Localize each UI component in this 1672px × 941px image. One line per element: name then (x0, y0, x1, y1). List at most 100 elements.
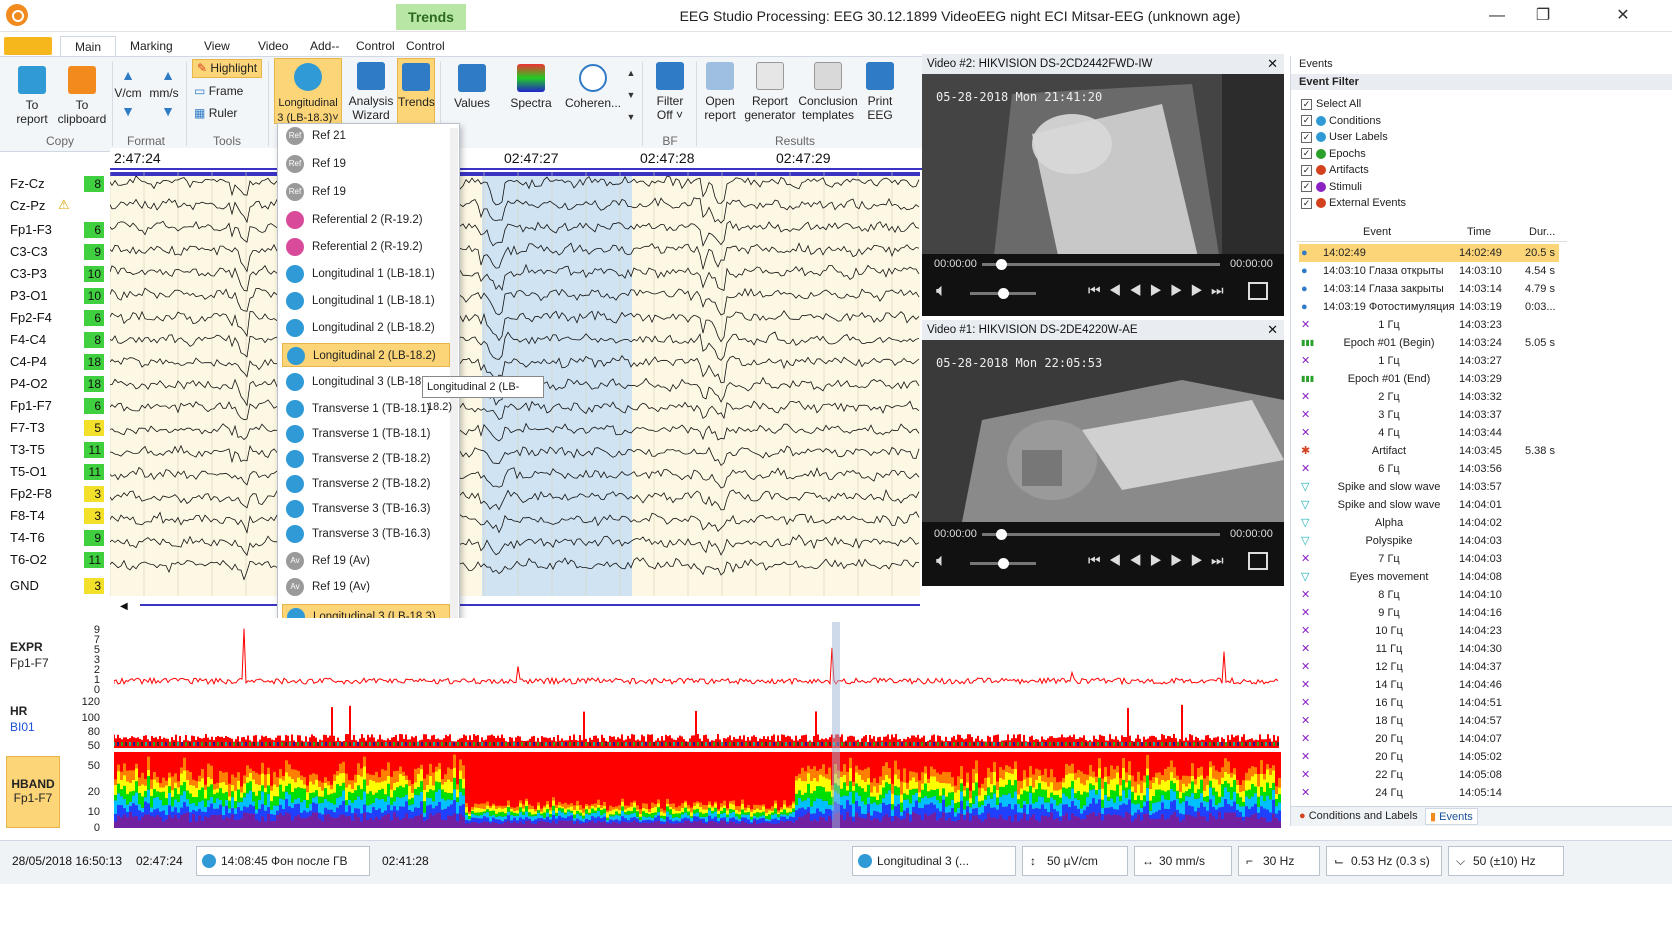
checkbox-checked-icon[interactable]: ✓ (1301, 197, 1312, 209)
vcm-up-arrow-icon[interactable]: ▲ (118, 68, 138, 82)
channel-name[interactable]: T4-T6 (10, 528, 45, 548)
montage-option[interactable]: Longitudinal 1 (LB-18.1) (282, 289, 450, 313)
mms-down-arrow-icon[interactable]: ▼ (158, 104, 178, 118)
col-duration[interactable]: Dur... (1529, 226, 1555, 238)
video-1-close-icon[interactable]: ✕ (1267, 322, 1278, 338)
to-report-button[interactable]: To report (12, 66, 52, 126)
montage-option[interactable]: Transverse 3 (TB-16.3) (282, 497, 450, 521)
channel-name[interactable]: C3-C3 (10, 242, 48, 262)
montage-option[interactable]: Transverse 3 (TB-16.3) (282, 522, 450, 546)
highlight-button[interactable]: ✎ Highlight (192, 59, 262, 78)
channel-name[interactable]: T3-T5 (10, 440, 45, 460)
volume-icon[interactable]: 🔈︎ (936, 280, 947, 301)
channel-name[interactable]: Fp1-F7 (10, 396, 52, 416)
print-eeg-button[interactable]: Print EEG (860, 62, 900, 122)
event-row[interactable]: ● 14:03:10 Глаза открыты 14:03:10 4.54 s (1299, 262, 1559, 280)
event-row[interactable]: ✕ 10 Гц 14:04:23 (1299, 622, 1559, 640)
event-row[interactable]: ✕ 20 Гц 14:04:07 (1299, 730, 1559, 748)
event-row[interactable]: ✕ 16 Гц 14:04:51 (1299, 694, 1559, 712)
channel-name[interactable]: GND (10, 576, 39, 596)
event-row[interactable]: ▽ Alpha 14:04:02 (1299, 514, 1559, 532)
tab-view[interactable]: View (204, 36, 230, 56)
montage-option[interactable]: Referential 2 (R-19.2) (282, 235, 450, 259)
filter-item[interactable]: ✓ User Labels (1301, 129, 1388, 145)
channel-name[interactable]: T5-O1 (10, 462, 47, 482)
trends-plot[interactable] (114, 622, 1282, 828)
montage-option[interactable]: Ref Ref 21 (282, 124, 450, 148)
channel-name[interactable]: Fz-Cz (10, 174, 45, 194)
montage-option[interactable]: Transverse 1 (TB-18.1) (282, 422, 450, 446)
montage-option[interactable]: Longitudinal 2 (LB-18.2) (282, 316, 450, 340)
filter-item[interactable]: ✓ Stimuli (1301, 179, 1362, 195)
montage-option[interactable]: Av Ref 19 (Av) (282, 549, 450, 573)
filter-item[interactable]: ✓ Artifacts (1301, 162, 1369, 178)
channel-name[interactable]: T6-O2 (10, 550, 47, 570)
gallery-scroll-icon[interactable]: ▲ ▼ ▼ (624, 62, 638, 128)
event-row[interactable]: ✕ 4 Гц 14:03:44 (1299, 424, 1559, 442)
channel-name[interactable]: Fp1-F3 (10, 220, 52, 240)
video-1-frame[interactable]: 05-28-2018 Mon 22:05:53 (922, 340, 1284, 522)
file-menu-button[interactable] (4, 37, 52, 55)
montage-selector-button[interactable]: Longitudinal 3 (LB-18.3)˅ (274, 58, 342, 124)
checkbox-checked-icon[interactable]: ✓ (1301, 181, 1312, 193)
event-row[interactable]: ✕ 1 Гц 14:03:23 (1299, 316, 1559, 334)
ruler-button[interactable]: ▦ Ruler (194, 106, 260, 120)
montage-option[interactable]: Transverse 2 (TB-18.2) (282, 472, 450, 496)
col-event[interactable]: Event (1363, 226, 1391, 238)
status-sensitivity-dropdown[interactable]: ↕ 50 µV/cm (1022, 846, 1128, 876)
status-notch-dropdown[interactable]: ⌵ 50 (±10) Hz (1448, 846, 1564, 876)
event-row[interactable]: ✕ 22 Гц 14:05:08 (1299, 766, 1559, 784)
event-row[interactable]: ▽ Polyspike 14:04:03 (1299, 532, 1559, 550)
vcm-down-arrow-icon[interactable]: ▼ (118, 104, 138, 118)
fullscreen-icon[interactable] (1248, 552, 1268, 570)
channel-name[interactable]: C4-P4 (10, 352, 47, 372)
event-row[interactable]: ✕ 2 Гц 14:03:32 (1299, 388, 1559, 406)
video-2-seek-bar[interactable] (982, 259, 1220, 270)
status-montage-dropdown[interactable]: Longitudinal 3 (... (852, 846, 1016, 876)
montage-option[interactable]: Longitudinal 2 (LB-18.2) (282, 343, 450, 367)
montage-option[interactable]: Transverse 2 (TB-18.2) (282, 447, 450, 471)
report-generator-button[interactable]: Report generator (742, 62, 798, 122)
montage-option[interactable]: Referential 2 (R-19.2) (282, 208, 450, 232)
video-2-close-icon[interactable]: ✕ (1267, 56, 1278, 72)
to-clipboard-button[interactable]: To clipboard (56, 66, 108, 126)
checkbox-checked-icon[interactable]: ✓ (1301, 148, 1312, 160)
frame-button[interactable]: ▭ Frame (194, 84, 260, 98)
fullscreen-icon[interactable] (1248, 282, 1268, 300)
filter-item[interactable]: ✓ Epochs (1301, 146, 1366, 162)
trend-hband-selector[interactable]: HBAND Fp1-F7 (6, 756, 60, 828)
checkbox-checked-icon[interactable]: ✓ (1301, 131, 1312, 143)
event-row[interactable]: ▮▮▮ Epoch #01 (End) 14:03:29 (1299, 370, 1559, 388)
status-speed-dropdown[interactable]: ↔ 30 mm/s (1134, 846, 1232, 876)
channel-name[interactable]: Fp2-F4 (10, 308, 52, 328)
trends-button[interactable]: Trends (397, 58, 435, 124)
video-1-seek-bar[interactable] (982, 529, 1220, 540)
channel-name[interactable]: P4-O2 (10, 374, 48, 394)
event-row[interactable]: ● 14:03:19 Фотостимуляция 14:03:19 0:03... (1299, 298, 1559, 316)
tab-add[interactable]: Add-- (310, 36, 339, 56)
filter-item[interactable]: ✓ External Events (1301, 195, 1406, 211)
tab-conditions-labels[interactable]: ● Conditions and Labels (1299, 810, 1418, 822)
eeg-scrollbar[interactable]: ◀ (120, 598, 920, 612)
volume-icon[interactable]: 🔈︎ (936, 550, 947, 571)
open-report-button[interactable]: Open report (700, 62, 740, 122)
event-row[interactable]: ✕ 12 Гц 14:04:37 (1299, 658, 1559, 676)
tab-video[interactable]: Video (258, 36, 288, 56)
video-2-frame[interactable]: 05-28-2018 Mon 21:41:20 (922, 74, 1284, 274)
checkbox-checked-icon[interactable]: ✓ (1301, 164, 1312, 176)
channel-name[interactable]: Fp2-F8 (10, 484, 52, 504)
checkbox-checked-icon[interactable]: ✓ (1301, 115, 1312, 127)
maximize-button[interactable]: ❐ (1520, 0, 1566, 32)
mms-up-arrow-icon[interactable]: ▲ (158, 68, 178, 82)
col-time[interactable]: Time (1467, 226, 1491, 238)
event-row[interactable]: ● 14:03:14 Глаза закрыты 14:03:14 4.79 s (1299, 280, 1559, 298)
conclusion-templates-button[interactable]: Conclusion templates (798, 62, 858, 122)
event-row[interactable]: ▽ Spike and slow wave 14:04:01 (1299, 496, 1559, 514)
channel-name[interactable]: F7-T3 (10, 418, 45, 438)
channel-name[interactable]: F4-C4 (10, 330, 46, 350)
video-1-volume-slider[interactable] (970, 558, 1036, 569)
event-row[interactable]: ▽ Spike and slow wave 14:03:57 (1299, 478, 1559, 496)
channel-name[interactable]: F8-T4 (10, 506, 45, 526)
video-2-transport-icons[interactable]: ⏮◀◀▶▶▶⏭ (1088, 282, 1232, 299)
analysis-wizard-button[interactable]: Analysis Wizard (346, 62, 396, 122)
